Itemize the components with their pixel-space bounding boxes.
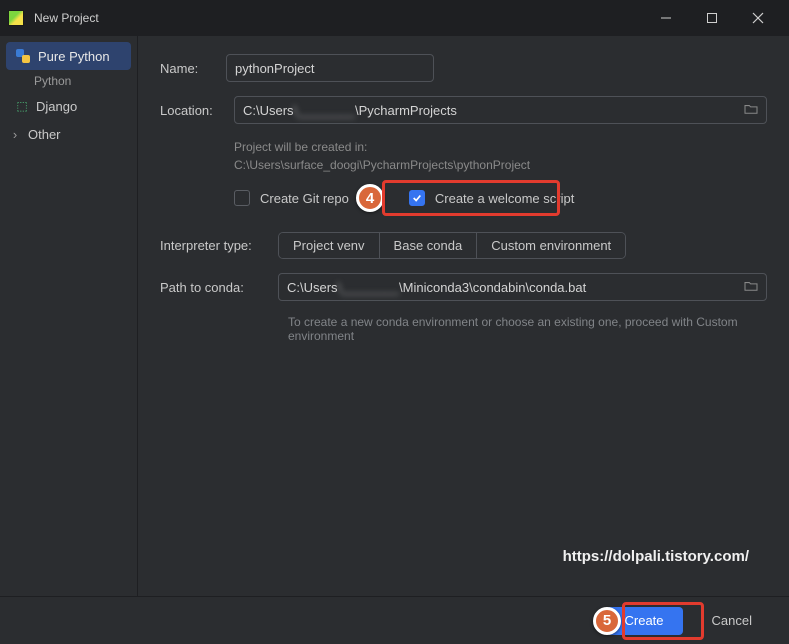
window-title: New Project	[34, 11, 643, 25]
python-icon	[16, 49, 30, 63]
git-checkbox[interactable]	[234, 190, 250, 206]
name-value: pythonProject	[235, 61, 315, 76]
location-label: Location:	[160, 103, 220, 118]
conda-path-row: Path to conda: C:\Users\________\Minicon…	[160, 273, 767, 301]
sidebar: Pure Python Python ⬚ Django › Other	[0, 36, 138, 596]
watermark-url: https://dolpali.tistory.com/	[563, 548, 749, 565]
name-label: Name:	[160, 61, 212, 76]
sidebar-item-django[interactable]: ⬚ Django	[6, 92, 131, 120]
location-input[interactable]: C:\Users\________\PycharmProjects	[234, 96, 767, 124]
body: Pure Python Python ⬚ Django › Other Name…	[0, 36, 789, 596]
maximize-button[interactable]	[689, 0, 735, 36]
new-project-window: New Project Pure Python Python ⬚ Django	[0, 0, 789, 644]
welcome-checkbox[interactable]	[409, 190, 425, 206]
content-panel: Name: pythonProject Location: C:\Users\_…	[138, 36, 789, 596]
window-controls	[643, 0, 781, 36]
conda-label: Path to conda:	[160, 280, 264, 295]
toggle-base-conda[interactable]: Base conda	[380, 233, 478, 258]
sidebar-item-pure-python[interactable]: Pure Python	[6, 42, 131, 70]
git-label: Create Git repo	[260, 191, 349, 206]
creation-hint: Project will be created in: C:\Users\sur…	[234, 138, 767, 174]
name-row: Name: pythonProject	[160, 54, 767, 82]
minimize-button[interactable]	[643, 0, 689, 36]
lock-icon: ⬚	[16, 99, 28, 113]
name-input[interactable]: pythonProject	[226, 54, 434, 82]
cancel-button[interactable]: Cancel	[693, 607, 771, 635]
create-button[interactable]: Create	[606, 607, 683, 635]
conda-prefix: C:\Users	[287, 280, 338, 295]
conda-suffix: \Miniconda3\condabin\conda.bat	[399, 280, 586, 295]
location-prefix: C:\Users	[243, 103, 294, 118]
checkbox-row: Create Git repo 4 Create a welcome scrip…	[234, 190, 767, 206]
sidebar-item-other[interactable]: › Other	[6, 120, 131, 148]
app-icon	[8, 10, 24, 26]
interpreter-label: Interpreter type:	[160, 238, 264, 253]
sidebar-item-label: Django	[36, 99, 77, 114]
hint-line2: C:\Users\surface_doogi\PycharmProjects\p…	[234, 156, 767, 174]
close-button[interactable]	[735, 0, 781, 36]
interpreter-row: Interpreter type: Project venv Base cond…	[160, 232, 767, 259]
conda-help-text: To create a new conda environment or cho…	[288, 315, 767, 343]
interpreter-toggle: Project venv Base conda Custom environme…	[278, 232, 626, 259]
chevron-right-icon: ›	[10, 127, 20, 142]
footer: 5 Create Cancel	[0, 596, 789, 644]
sidebar-item-label: Other	[28, 127, 61, 142]
toggle-project-venv[interactable]: Project venv	[279, 233, 380, 258]
conda-path-input[interactable]: C:\Users\________\Miniconda3\condabin\co…	[278, 273, 767, 301]
welcome-label: Create a welcome script	[435, 191, 574, 206]
browse-folder-icon[interactable]	[744, 280, 758, 295]
toggle-custom-env[interactable]: Custom environment	[477, 233, 625, 258]
conda-blurred: \________	[338, 280, 399, 295]
location-row: Location: C:\Users\________\PycharmProje…	[160, 96, 767, 124]
callout-4: 4	[356, 184, 384, 212]
sidebar-item-label: Pure Python	[38, 49, 110, 64]
hint-line1: Project will be created in:	[234, 138, 767, 156]
browse-folder-icon[interactable]	[744, 103, 758, 118]
location-blurred: \________	[294, 103, 355, 118]
location-suffix: \PycharmProjects	[355, 103, 457, 118]
sidebar-sub-python: Python	[0, 70, 137, 92]
titlebar: New Project	[0, 0, 789, 36]
